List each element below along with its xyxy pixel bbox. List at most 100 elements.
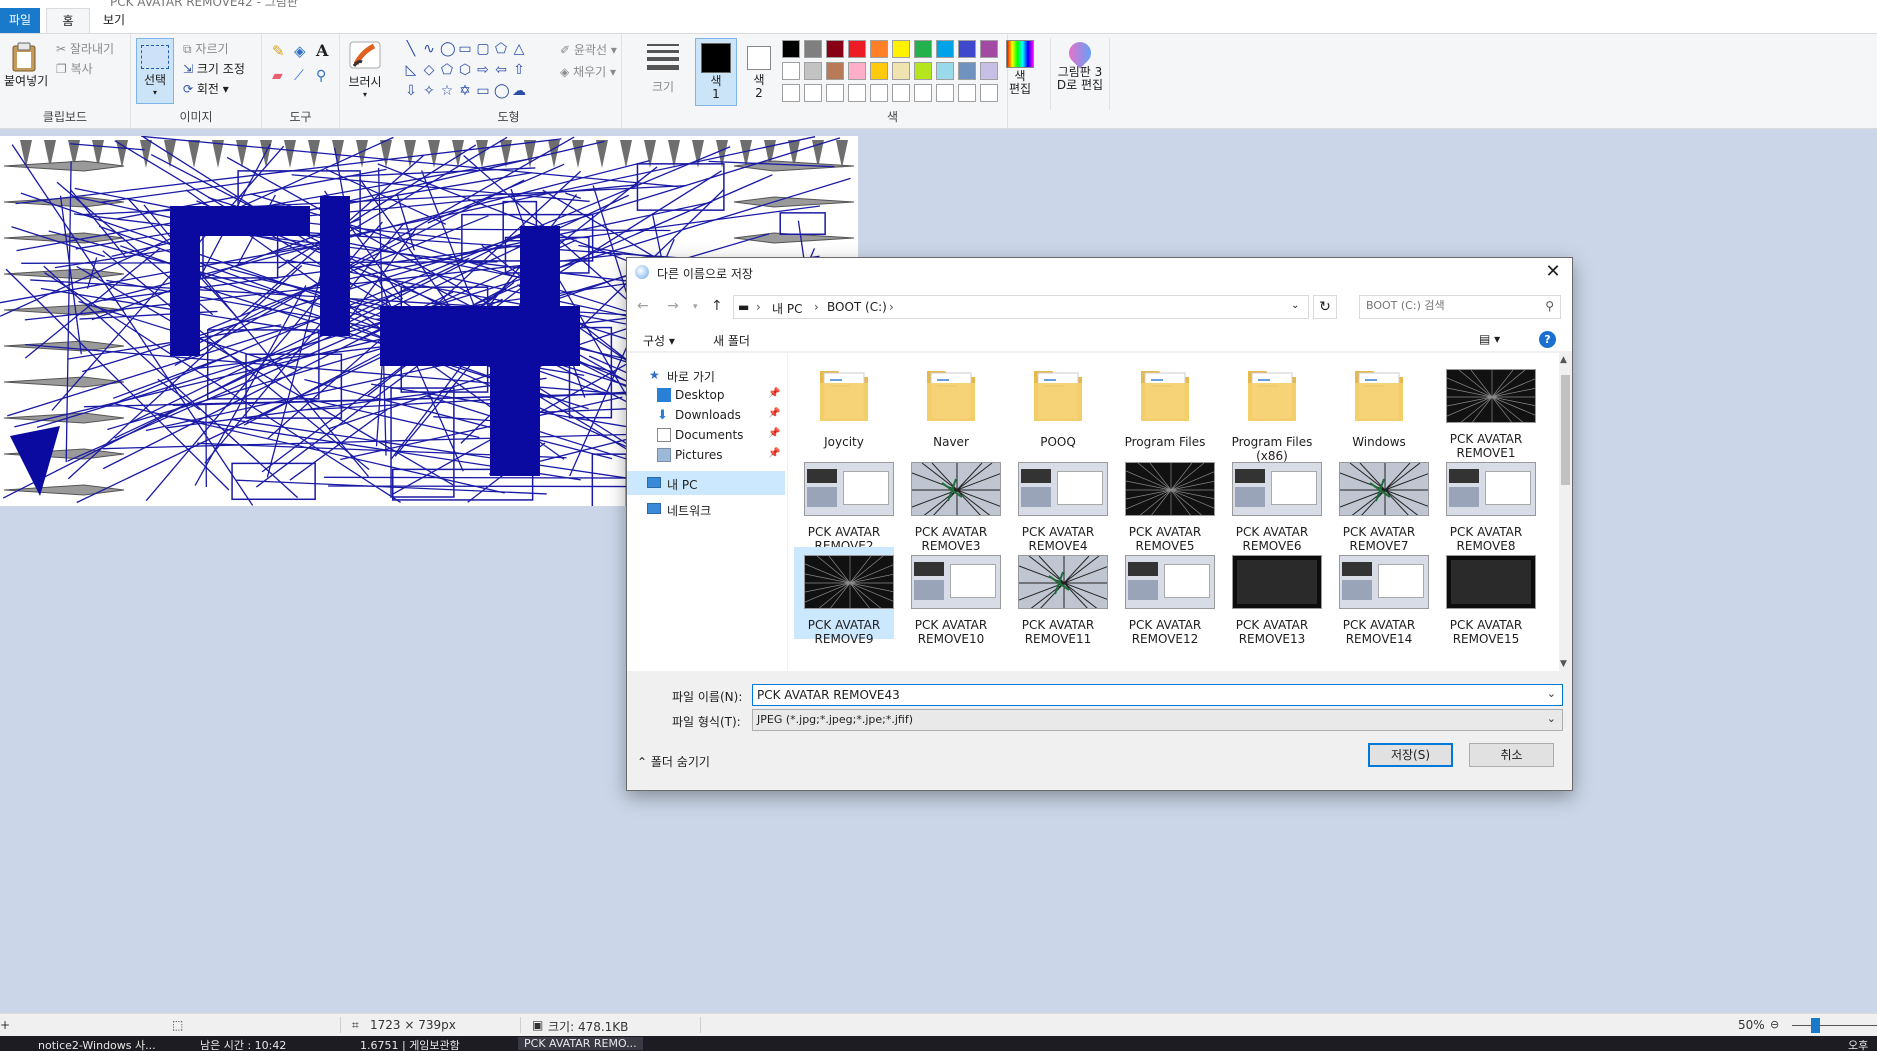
custom-color-slot[interactable] — [936, 84, 954, 102]
file-item[interactable]: PCK AVATAR REMOVE1 — [1436, 361, 1536, 460]
outline-button[interactable]: ✐ 윤곽선 ▾ — [560, 41, 617, 58]
color-swatch[interactable] — [892, 40, 910, 58]
new-folder-button[interactable]: 새 폴더 — [713, 332, 750, 349]
paint3d-button[interactable]: 그림판 3 D로 편집 — [1050, 37, 1110, 110]
color2-button[interactable]: 색 2 — [744, 38, 774, 100]
file-item[interactable]: PCK AVATAR REMOVE13 — [1222, 547, 1322, 646]
address-bar[interactable]: ▬ › 내 PC › BOOT (C:) › ⌄ — [733, 295, 1309, 319]
oval-shape-icon[interactable]: ◯ — [440, 42, 456, 56]
color-swatch[interactable] — [804, 40, 822, 58]
right-arrow-shape-icon[interactable]: ⇨ — [476, 63, 490, 77]
view-options-button[interactable]: ▤ ▾ — [1479, 332, 1500, 346]
color-swatch[interactable] — [782, 40, 800, 58]
folder-item[interactable]: Naver — [901, 361, 1001, 453]
file-list-scrollbar[interactable]: ▲ ▼ — [1559, 353, 1572, 671]
rotate-button[interactable]: ⟳ 회전 ▾ — [183, 80, 229, 97]
eraser-icon[interactable]: ▰ — [272, 68, 283, 84]
color-swatch[interactable] — [936, 40, 954, 58]
file-item[interactable]: PCK AVATAR REMOVE5 — [1115, 454, 1215, 553]
folder-item[interactable]: Program Files (x86) — [1222, 361, 1322, 463]
forward-icon[interactable]: → — [667, 298, 679, 314]
star5-shape-icon[interactable]: ☆ — [440, 84, 454, 98]
scrollbar-thumb[interactable] — [1561, 375, 1570, 485]
rounded-rect-shape-icon[interactable]: ▢ — [476, 42, 490, 56]
color-swatch[interactable] — [804, 62, 822, 80]
pentagon-shape-icon[interactable]: ⬠ — [440, 63, 454, 77]
edit-colors-button[interactable]: 색 편집 — [1004, 40, 1036, 96]
file-item[interactable]: PCK AVATAR REMOVE10 — [901, 547, 1001, 646]
taskbar-item[interactable]: 남은 시간 : 10:42 — [200, 1037, 286, 1051]
taskbar-item[interactable]: notice2-Windows 사... — [38, 1037, 156, 1051]
pencil-icon[interactable]: ✎ — [272, 42, 285, 60]
chevron-down-icon[interactable]: ⌄ — [1547, 687, 1556, 700]
refresh-button[interactable]: ↻ — [1313, 295, 1337, 319]
color1-button[interactable]: 색 1 — [695, 38, 737, 106]
color-swatch[interactable] — [936, 62, 954, 80]
color-swatch[interactable] — [914, 62, 932, 80]
breadcrumb-this-pc[interactable]: 내 PC — [772, 300, 802, 317]
color-swatch[interactable] — [782, 62, 800, 80]
chevron-down-icon[interactable]: ⌄ — [1291, 300, 1299, 311]
taskbar-item[interactable]: 1.6751 | 게임보관함 — [360, 1037, 460, 1051]
hide-folders-button[interactable]: ⌃ 폴더 숨기기 — [637, 753, 710, 770]
fill-bucket-icon[interactable]: ◈ — [294, 42, 306, 60]
file-item[interactable]: PCK AVATAR REMOVE9 — [794, 547, 894, 646]
tab-view[interactable]: 보기 — [92, 8, 136, 33]
custom-color-slot[interactable] — [958, 84, 976, 102]
nav-pictures[interactable]: Pictures 📌 — [627, 443, 785, 467]
diamond-shape-icon[interactable]: ◇ — [422, 63, 436, 77]
scroll-up-icon[interactable]: ▲ — [1560, 355, 1567, 365]
color-swatch[interactable] — [848, 40, 866, 58]
copy-button[interactable]: ❐ 복사 — [56, 60, 93, 77]
file-item[interactable]: PCK AVATAR REMOVE15 — [1436, 547, 1536, 646]
up-arrow-shape-icon[interactable]: ⇧ — [512, 63, 526, 77]
zoom-slider[interactable] — [1792, 1025, 1877, 1026]
star6-shape-icon[interactable]: ✡ — [458, 84, 472, 98]
custom-color-slot[interactable] — [826, 84, 844, 102]
color-swatch[interactable] — [914, 40, 932, 58]
resize-button[interactable]: ⇲ 크기 조정 — [183, 60, 245, 77]
custom-color-slot[interactable] — [914, 84, 932, 102]
color-swatch[interactable] — [826, 62, 844, 80]
callout-rect-shape-icon[interactable]: ▭ — [476, 84, 490, 98]
text-icon[interactable]: A — [316, 41, 328, 60]
file-item[interactable]: PCK AVATAR REMOVE11 — [1008, 547, 1108, 646]
tab-home[interactable]: 홈 — [46, 8, 90, 33]
color-swatch[interactable] — [980, 40, 998, 58]
up-icon[interactable]: ↑ — [711, 298, 723, 314]
tab-file[interactable]: 파일 — [0, 8, 40, 33]
file-item[interactable]: PCK AVATAR REMOVE7 — [1329, 454, 1429, 553]
taskbar-item-active[interactable]: PCK AVATAR REMO... — [518, 1037, 643, 1050]
chevron-down-icon[interactable]: ⌄ — [1547, 712, 1556, 725]
nav-network[interactable]: 네트워크 — [627, 497, 785, 521]
star4-shape-icon[interactable]: ✧ — [422, 84, 436, 98]
down-arrow-shape-icon[interactable]: ⇩ — [404, 84, 418, 98]
custom-color-slot[interactable] — [848, 84, 866, 102]
custom-color-slot[interactable] — [804, 84, 822, 102]
filetype-select[interactable]: JPEG (*.jpg;*.jpeg;*.jpe;*.jfif) ⌄ — [752, 709, 1563, 731]
color-swatch[interactable] — [826, 40, 844, 58]
color-swatch[interactable] — [870, 62, 888, 80]
cut-button[interactable]: ✂ 잘라내기 — [56, 40, 114, 57]
rectangle-shape-icon[interactable]: ▭ — [458, 42, 472, 56]
folder-item[interactable]: Joycity — [794, 361, 894, 453]
custom-color-slot[interactable] — [870, 84, 888, 102]
search-box[interactable]: ⚲ — [1359, 295, 1561, 319]
help-icon[interactable]: ? — [1539, 331, 1556, 348]
magnifier-icon[interactable]: ⚲ — [316, 68, 326, 84]
zoom-slider-thumb[interactable] — [1811, 1018, 1820, 1033]
triangle-shape-icon[interactable]: △ — [512, 42, 526, 56]
file-item[interactable]: PCK AVATAR REMOVE2 — [794, 454, 894, 553]
color-swatch[interactable] — [892, 62, 910, 80]
select-button[interactable]: 선택 ▾ — [136, 38, 174, 104]
folder-item[interactable]: Windows — [1329, 361, 1429, 453]
organize-button[interactable]: 구성 ▾ — [643, 332, 675, 349]
file-item[interactable]: PCK AVATAR REMOVE12 — [1115, 547, 1215, 646]
color-swatch[interactable] — [958, 62, 976, 80]
color-picker-icon[interactable]: ⟋ — [294, 68, 304, 84]
line-shape-icon[interactable]: ╲ — [404, 42, 418, 56]
zoom-out-icon[interactable]: ⊖ — [1770, 1018, 1779, 1031]
nav-this-pc[interactable]: 내 PC — [627, 471, 785, 495]
crop-button[interactable]: ⧉ 자르기 — [183, 40, 229, 57]
polygon-shape-icon[interactable]: ⬠ — [494, 42, 508, 56]
